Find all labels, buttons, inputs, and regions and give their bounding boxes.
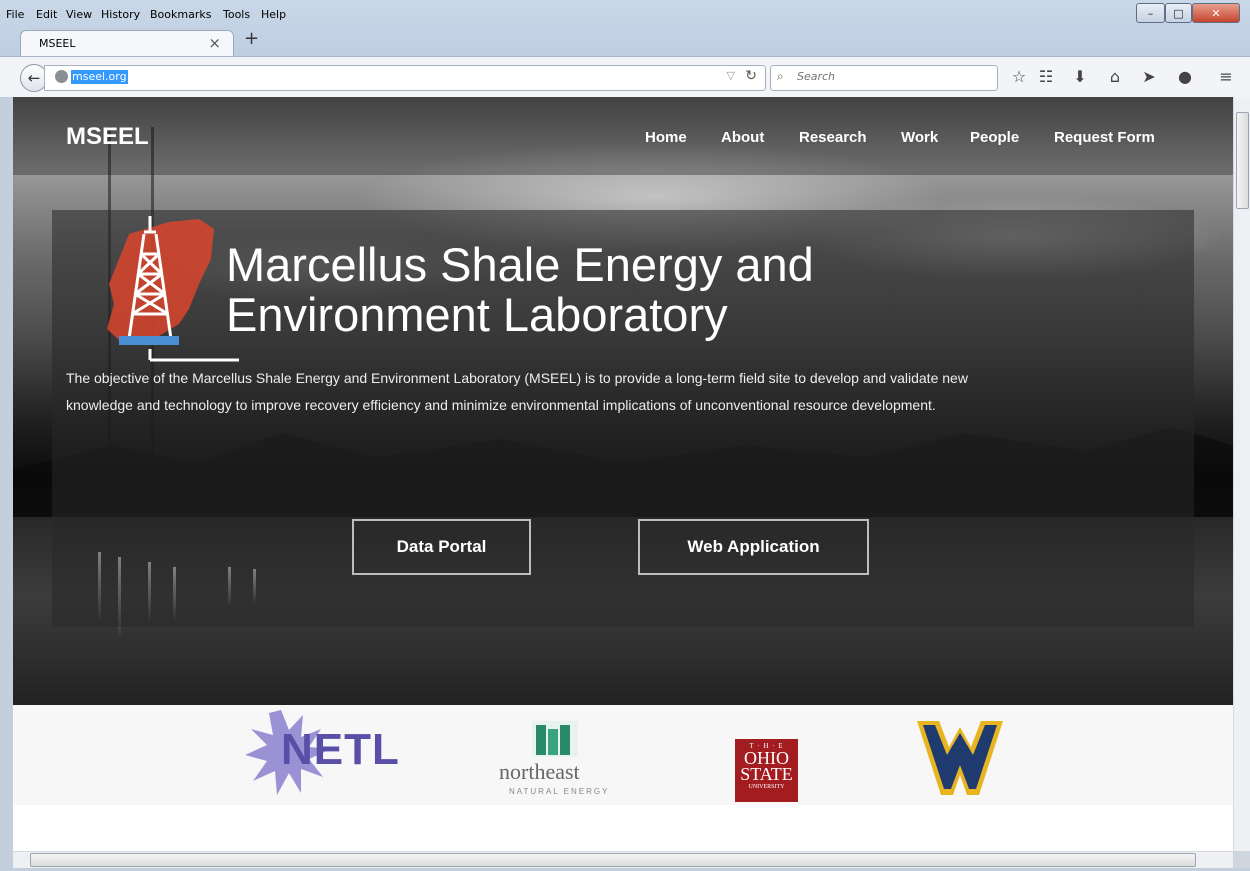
hero-title-line1: Marcellus Shale Energy and <box>226 238 814 291</box>
close-tab-icon[interactable]: × <box>208 34 221 52</box>
minimize-button[interactable]: – <box>1136 3 1165 23</box>
nav-research[interactable]: Research <box>799 129 867 146</box>
send-icon[interactable]: ➤ <box>1138 67 1160 86</box>
star-icon[interactable]: ☆ <box>1008 67 1030 86</box>
vertical-scrollbar[interactable] <box>1233 97 1250 851</box>
menu-edit[interactable]: Edit <box>36 8 57 21</box>
osu-state-text: STATE <box>740 764 793 784</box>
nav-work[interactable]: Work <box>901 129 938 146</box>
northeast-text: northeast <box>499 759 580 784</box>
ohio-state-logo[interactable]: T · H · E OHIO STATE UNIVERSITY <box>735 739 798 802</box>
vertical-scroll-thumb[interactable] <box>1236 112 1249 209</box>
nav-home[interactable]: Home <box>645 129 687 146</box>
url-text[interactable]: mseel.org <box>71 70 128 84</box>
northeast-mark-icon <box>532 721 578 757</box>
close-window-button[interactable]: ✕ <box>1192 3 1240 23</box>
nav-people[interactable]: People <box>970 129 1019 146</box>
menu-view[interactable]: View <box>66 8 92 21</box>
web-application-button[interactable]: Web Application <box>638 519 869 575</box>
tab-title: MSEEL <box>39 37 76 50</box>
tab-strip: MSEEL × + <box>0 26 1250 57</box>
menu-icon[interactable]: ≡ <box>1215 67 1237 86</box>
reading-list-icon[interactable]: ☷ <box>1035 67 1057 86</box>
menu-bookmarks[interactable]: Bookmarks <box>150 8 211 21</box>
search-icon: ⌕ <box>777 69 784 83</box>
data-portal-button[interactable]: Data Portal <box>352 519 531 575</box>
new-tab-button[interactable]: + <box>244 28 259 49</box>
netl-text: NETL <box>281 725 400 774</box>
reload-icon[interactable]: ↻ <box>745 68 757 84</box>
search-input[interactable] <box>795 69 989 84</box>
maximize-button[interactable]: □ <box>1165 3 1192 23</box>
horizontal-scroll-thumb[interactable] <box>30 853 1196 867</box>
menu-file[interactable]: File <box>6 8 24 21</box>
dropdown-arrow-icon[interactable]: ▽ <box>727 69 735 82</box>
hero-panel: Marcellus Shale Energy and Environment L… <box>52 210 1194 627</box>
menu-help[interactable]: Help <box>261 8 286 21</box>
globe-icon <box>55 70 68 83</box>
wvu-logo[interactable] <box>917 719 1003 797</box>
site-logo[interactable]: MSEEL <box>66 123 149 151</box>
hero-section: MSEEL Home About Research Work People Re… <box>13 97 1233 705</box>
menu-history[interactable]: History <box>101 8 140 21</box>
netl-logo[interactable]: NETL <box>241 705 399 800</box>
hero-title: Marcellus Shale Energy and Environment L… <box>226 240 814 340</box>
partners-strip: NETL northeast NATURAL ENERGY T · H · E … <box>13 705 1233 805</box>
wvu-flying-wv-icon <box>917 721 1003 795</box>
menu-tools[interactable]: Tools <box>223 8 250 21</box>
web-page: MSEEL Home About Research Work People Re… <box>13 97 1233 851</box>
hero-title-line2: Environment Laboratory <box>226 288 728 341</box>
nav-about[interactable]: About <box>721 129 764 146</box>
northeast-subtext: NATURAL ENERGY <box>509 787 610 796</box>
download-icon[interactable]: ⬇ <box>1069 67 1091 86</box>
window-controls: – □ ✕ <box>1136 3 1240 23</box>
url-bar[interactable]: mseel.org ▽ ↻ <box>44 65 766 91</box>
nav-request-form[interactable]: Request Form <box>1054 129 1155 146</box>
search-bar[interactable]: ⌕ <box>770 65 998 91</box>
menubar: File Edit View History Bookmarks Tools H… <box>0 0 1250 26</box>
chat-icon[interactable]: ● <box>1174 67 1196 86</box>
drilling-rig-logo-icon <box>107 216 239 362</box>
home-icon[interactable]: ⌂ <box>1104 67 1126 86</box>
northeast-natural-energy-logo[interactable]: northeast NATURAL ENERGY <box>497 717 612 802</box>
tab-mseel[interactable]: MSEEL × <box>20 30 234 57</box>
window-frame-left <box>0 97 13 871</box>
site-header: MSEEL Home About Research Work People Re… <box>13 97 1233 175</box>
hero-description: The objective of the Marcellus Shale Ene… <box>66 370 968 413</box>
navigation-toolbar: ← mseel.org ▽ ↻ ⌕ ☆ ☷ ⬇ ⌂ ➤ ● ≡ <box>0 56 1250 99</box>
